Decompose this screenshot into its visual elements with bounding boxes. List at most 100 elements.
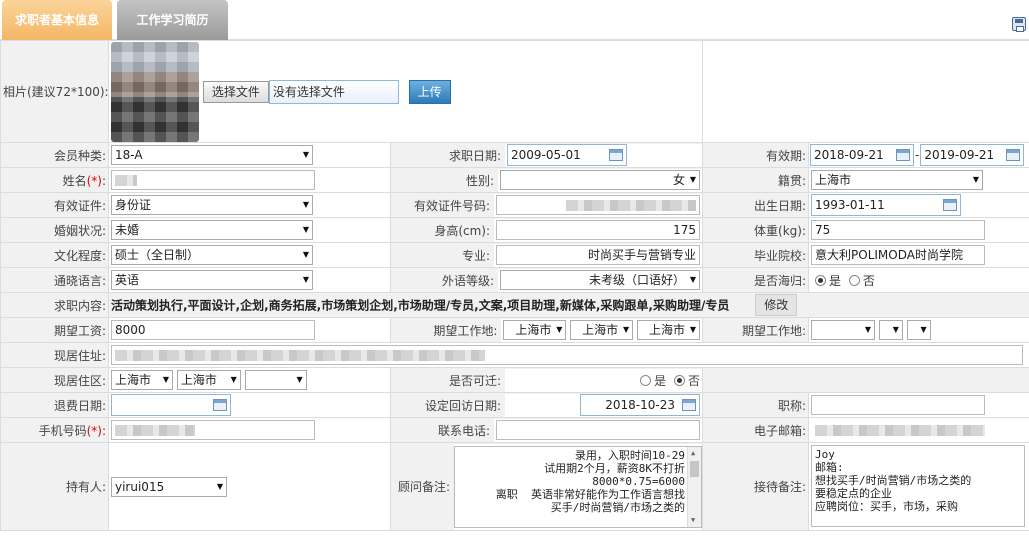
- salary-label: 期望工资:: [0, 317, 109, 343]
- work-location-2-province-select[interactable]: [811, 320, 876, 340]
- scrollbar[interactable]: [687, 446, 702, 527]
- marital-select[interactable]: 未婚: [111, 220, 313, 240]
- weight-input[interactable]: 75: [811, 220, 986, 240]
- education-select[interactable]: 硕士（全日制）: [111, 245, 313, 265]
- valid-period-label: 有效期:: [702, 142, 810, 168]
- edit-job-content-button[interactable]: 修改: [755, 294, 798, 316]
- valid-to-field[interactable]: 2019-09-21: [920, 144, 1025, 166]
- empty-cell: [702, 367, 1029, 393]
- id-number-input[interactable]: [496, 195, 701, 215]
- id-type-label: 有效证件:: [0, 192, 109, 218]
- member-type-select[interactable]: 18-A: [111, 145, 313, 165]
- callback-date-field[interactable]: 2018-10-23: [580, 394, 701, 416]
- gender-label: 性别:: [465, 173, 495, 188]
- district-province-select[interactable]: 上海市: [111, 370, 173, 390]
- job-title-input[interactable]: [811, 395, 986, 415]
- advisor-note-textarea[interactable]: 录用，入职时间10-29 试用期2个月，薪资8K不打折 8000*0.75=60…: [454, 445, 702, 528]
- mobile-label: 手机号码(*):: [0, 417, 109, 443]
- school-input[interactable]: 意大利POLIMODA时尚学院: [811, 245, 986, 265]
- advisor-note-label: 顾问备注:: [397, 480, 451, 494]
- upload-button[interactable]: 上传: [408, 79, 451, 104]
- mobile-input[interactable]: [111, 420, 315, 440]
- reception-note-label: 接待备注:: [702, 442, 810, 531]
- birth-date-field[interactable]: 1993-01-11: [811, 194, 962, 216]
- job-seeker-form: 相片(建议72*100): 选择文件没有选择文件 上传 会员种类: 18-A 求…: [0, 40, 1029, 531]
- relocate-yes-radio[interactable]: [640, 374, 652, 386]
- overseas-label: 是否海归:: [702, 267, 810, 293]
- phone-input[interactable]: [496, 420, 701, 440]
- work-location-district-select[interactable]: 上海市: [637, 320, 701, 340]
- job-content-label: 求职内容:: [0, 292, 109, 318]
- major-input[interactable]: 时尚买手与营销专业: [496, 245, 701, 265]
- address-input[interactable]: [111, 345, 1023, 365]
- salary-input[interactable]: 8000: [111, 320, 315, 340]
- required-mark: (*): [86, 423, 102, 438]
- choose-file-button[interactable]: 选择文件: [202, 80, 269, 103]
- apply-date-field[interactable]: 2009-05-01: [507, 144, 627, 166]
- weight-label: 体重(kg):: [702, 217, 810, 243]
- birth-date-label: 出生日期:: [702, 192, 810, 218]
- photo-label: 相片(建议72*100):: [0, 40, 109, 143]
- height-input[interactable]: 175: [496, 220, 701, 240]
- relocate-no-radio[interactable]: [674, 374, 685, 386]
- save-icon[interactable]: [1012, 17, 1026, 32]
- school-label: 毕业院校:: [702, 242, 810, 268]
- job-title-label: 职称:: [702, 392, 810, 418]
- language-level-label: 外语等级:: [441, 273, 495, 288]
- work-location-2-district-select[interactable]: [906, 320, 931, 340]
- education-label: 文化程度:: [0, 242, 109, 268]
- reception-note-textarea[interactable]: Joy 邮箱: 想找买手/时尚营销/市场之类的 要稳定点的企业 应聘岗位：买手，…: [811, 445, 1026, 527]
- apply-date-label: 求职日期:: [448, 148, 501, 163]
- date-range-dash: -: [915, 148, 920, 162]
- language-level-select[interactable]: 未考级（口语好）: [500, 270, 701, 290]
- holder-select[interactable]: yirui015: [111, 476, 227, 497]
- tab-bar: 求职者基本信息 工作学习简历: [0, 0, 1029, 40]
- relocate-label: 是否可迁:: [448, 373, 501, 388]
- photo-right-empty: [702, 40, 1029, 143]
- calendar-icon[interactable]: [609, 149, 623, 161]
- work-location-province-select[interactable]: 上海市: [503, 320, 567, 340]
- calendar-icon[interactable]: [943, 199, 958, 211]
- language-label: 通晓语言:: [0, 267, 109, 293]
- address-label: 现居住址:: [0, 342, 109, 368]
- holder-label: 持有人:: [0, 442, 109, 531]
- marital-label: 婚姻状况:: [0, 217, 109, 243]
- refund-date-label: 退费日期:: [0, 392, 109, 418]
- id-type-select[interactable]: 身份证: [111, 195, 313, 215]
- refund-date-field[interactable]: [111, 394, 231, 416]
- id-number-label: 有效证件号码:: [413, 198, 491, 213]
- overseas-no-radio[interactable]: [848, 274, 860, 286]
- valid-from-field[interactable]: 2018-09-21: [810, 144, 915, 166]
- district-label: 现居住区:: [0, 367, 109, 393]
- calendar-icon[interactable]: [1006, 149, 1021, 161]
- phone-label: 联系电话:: [437, 423, 491, 438]
- profile-photo: [111, 41, 199, 142]
- calendar-icon[interactable]: [213, 399, 227, 411]
- district-city-select[interactable]: 上海市: [176, 370, 241, 390]
- file-name-display: 没有选择文件: [268, 79, 399, 104]
- callback-date-label: 设定回访日期:: [424, 398, 501, 413]
- job-content-text: 活动策划执行,平面设计,企划,商务拓展,市场策划企划,市场助理/专员,文案,项目…: [111, 298, 730, 313]
- district-area-select[interactable]: [244, 370, 307, 390]
- work-location-label: 期望工作地:: [433, 323, 498, 338]
- tab-work-study-resume[interactable]: 工作学习简历: [117, 0, 228, 40]
- work-location-2-label: 期望工作地:: [702, 317, 810, 343]
- major-label: 专业:: [461, 248, 491, 263]
- calendar-icon[interactable]: [682, 399, 697, 411]
- work-location-city-select[interactable]: 上海市: [570, 320, 634, 340]
- calendar-icon[interactable]: [896, 149, 911, 161]
- language-select[interactable]: 英语: [111, 270, 313, 290]
- name-label: 姓名(*):: [0, 167, 109, 193]
- member-type-label: 会员种类:: [0, 142, 109, 168]
- email-input[interactable]: [811, 420, 1026, 440]
- tab-basic-info[interactable]: 求职者基本信息: [2, 0, 112, 40]
- overseas-yes-radio[interactable]: [815, 274, 827, 286]
- required-mark: (*): [86, 173, 102, 188]
- gender-select[interactable]: 女: [500, 170, 701, 190]
- email-label: 电子邮箱:: [702, 417, 810, 443]
- origin-label: 籍贯:: [702, 167, 810, 193]
- origin-select[interactable]: 上海市: [811, 170, 984, 190]
- height-label: 身高(cm):: [434, 223, 491, 238]
- name-input[interactable]: [111, 170, 315, 190]
- work-location-2-city-select[interactable]: [878, 320, 903, 340]
